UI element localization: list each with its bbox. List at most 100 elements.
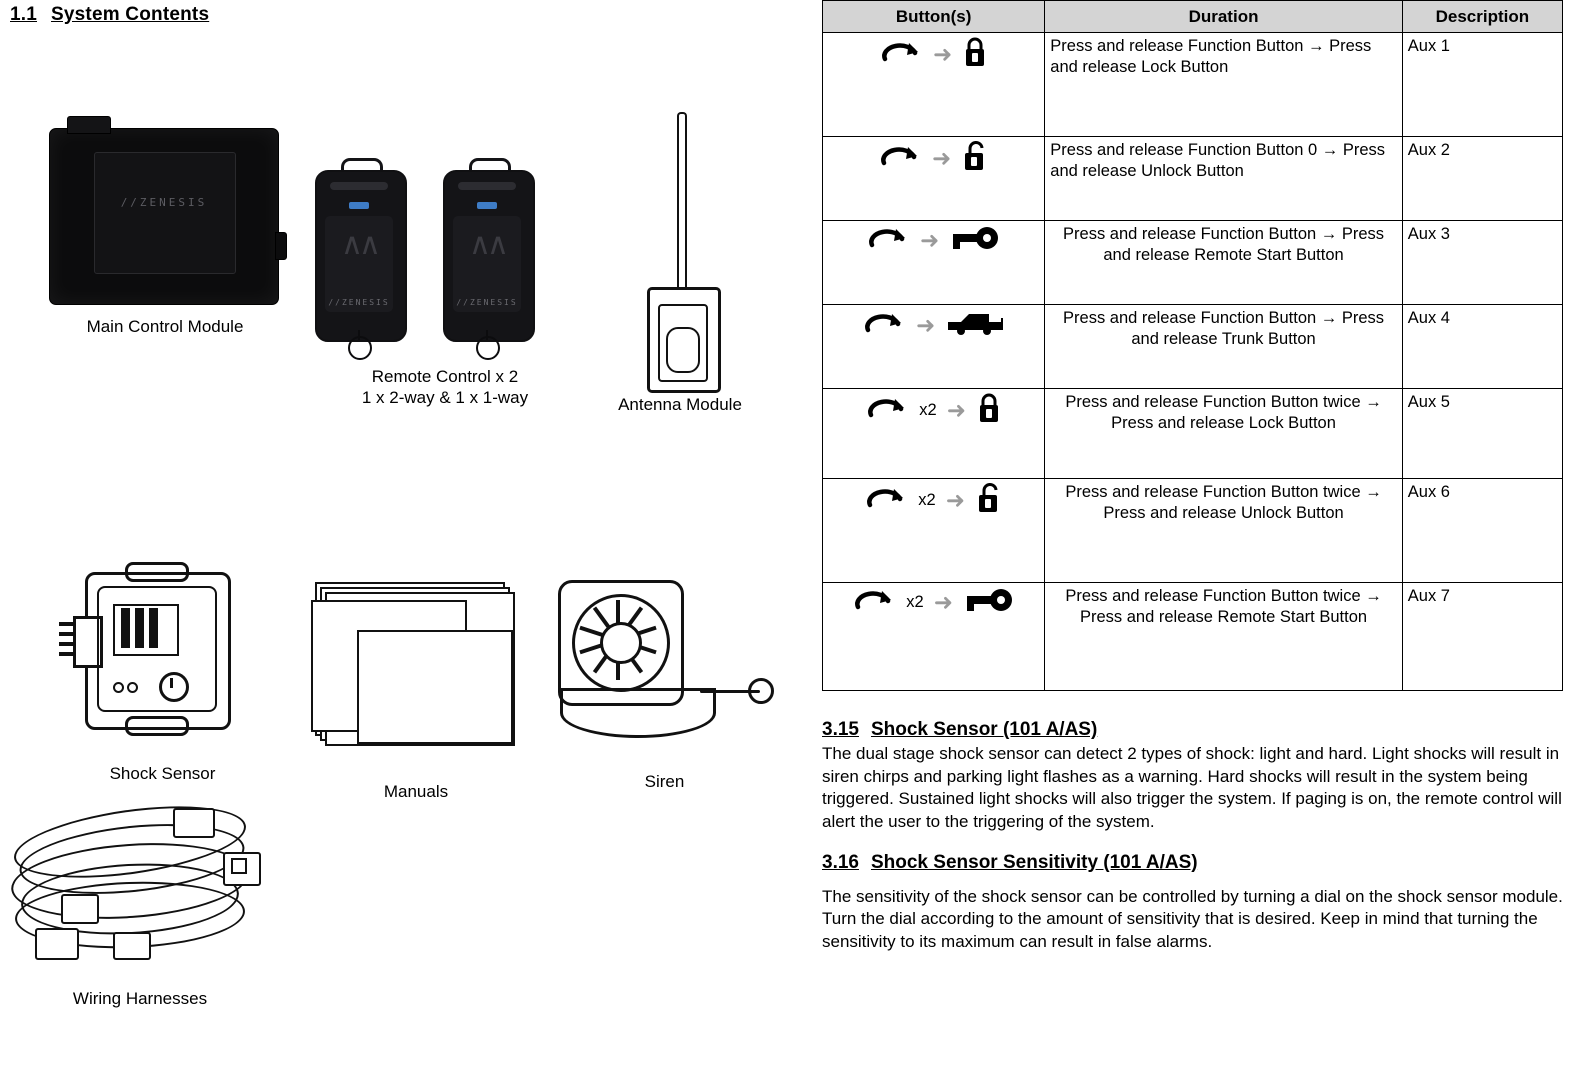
remote-brand-text-2: //ZENESIS (456, 298, 518, 307)
section-heading-shock-sensor: 3.15 Shock Sensor (101 A/AS) (822, 719, 1097, 741)
product-siren: Siren (547, 560, 782, 792)
table-row: ➜ Press and release Function Button 0 → … (821, 136, 1564, 222)
cell-duration: Press and release Function Button twice … (1044, 478, 1403, 584)
cell-description: Aux 1 (1401, 32, 1564, 138)
cell-buttons: ➜ (821, 136, 1046, 222)
function-button-icon (865, 396, 909, 424)
siren-image (550, 570, 780, 745)
caption-main-control-module: Main Control Module (86, 317, 244, 336)
cell-buttons: ➜ (821, 220, 1046, 306)
antenna-module-image (625, 112, 735, 393)
table-row: ➜ Press and release Function Button → Pr… (821, 32, 1564, 138)
cell-description: Aux 4 (1401, 304, 1564, 390)
lock-open-icon (975, 482, 1003, 518)
document-page: 1.1 System Contents //ZENESIS Main Contro… (0, 0, 1583, 1077)
section-title: Shock Sensor Sensitivity (101 A/AS) (870, 851, 1198, 873)
table-row: x2 ➜ Press and release Function Button t… (821, 388, 1564, 480)
caption-remote-control-detail: 1 x 2-way & 1 x 1-way (361, 388, 529, 408)
cell-duration: Press and release Function Button → Pres… (1044, 304, 1403, 390)
cell-duration: Press and release Function Button → Pres… (1044, 32, 1403, 138)
function-button-icon (862, 311, 906, 339)
main-control-module-image: //ZENESIS (49, 110, 287, 310)
section-title: Shock Sensor (101 A/AS) (870, 719, 1098, 741)
function-button-icon (864, 486, 908, 514)
header-duration: Duration (1044, 0, 1403, 34)
wiring-harness-image (5, 794, 275, 970)
caption-remote-control: Remote Control x 2 (371, 367, 519, 386)
table-row: x2 ➜ Press and release Function Button t… (821, 582, 1564, 692)
product-row-2: Shock Sensor Manuals Siren (40, 560, 782, 802)
key-icon (949, 224, 1001, 256)
caption-manuals: Manuals (383, 782, 449, 801)
table-row: ➜ Press and release Function Button → Pr… (821, 304, 1564, 390)
product-antenna-module: Antenna Module (590, 110, 770, 415)
cell-description: Aux 5 (1401, 388, 1564, 480)
cell-buttons: x2 ➜ (821, 582, 1046, 692)
arrow-right-icon: ➜ (916, 311, 936, 338)
section-title: System Contents (51, 4, 210, 25)
cell-duration: Press and release Function Button twice … (1044, 388, 1403, 480)
arrow-right-icon: ➜ (920, 226, 940, 253)
manuals-image (311, 582, 521, 757)
section-3-15: 3.15 Shock Sensor (101 A/AS) The dual sta… (822, 719, 1567, 833)
trunk-car-icon (945, 308, 1005, 342)
section-body-shock-sensor-sensitivity: The sensitivity of the shock sensor can … (822, 886, 1563, 951)
section-number: 3.16 (822, 851, 859, 873)
function-button-icon (879, 40, 923, 68)
section-number: 3.15 (822, 719, 859, 741)
product-row-1: //ZENESIS Main Control Module ∧∧ //ZENES… (30, 110, 770, 415)
table-row: x2 ➜ Press and release Function Button t… (821, 478, 1564, 584)
multiplier-label: x2 (918, 490, 936, 509)
product-wiring-harnesses: Wiring Harnesses (0, 794, 280, 1009)
caption-shock-sensor: Shock Sensor (109, 764, 216, 783)
multiplier-label: x2 (906, 592, 924, 611)
cell-buttons: x2 ➜ (821, 388, 1046, 480)
function-button-icon (852, 588, 896, 616)
section-heading-system-contents: 1.1 System Contents (10, 4, 209, 26)
arrow-right-icon: ➜ (932, 144, 952, 171)
remote-control-image: ∧∧ //ZENESIS ∧∧ //ZENESIS (305, 158, 585, 368)
caption-antenna-module: Antenna Module (618, 395, 742, 414)
cell-buttons: x2 ➜ (821, 478, 1046, 584)
remote-brand-text-1: //ZENESIS (328, 298, 390, 307)
product-remote-control: ∧∧ //ZENESIS ∧∧ //ZENESIS Remote Control… (300, 110, 590, 409)
cell-buttons: ➜ (821, 32, 1046, 138)
cell-description: Aux 6 (1401, 478, 1564, 584)
shock-sensor-image (58, 560, 253, 736)
arrow-right-icon: ➜ (946, 396, 966, 423)
cell-description: Aux 2 (1401, 136, 1564, 222)
function-button-icon (878, 144, 922, 172)
lock-closed-icon (962, 36, 988, 72)
product-manuals: Manuals (285, 560, 547, 802)
table-row: ➜ Press and release Function Button → Pr… (821, 220, 1564, 306)
caption-siren: Siren (644, 772, 685, 791)
section-body-shock-sensor: The dual stage shock sensor can detect 2… (822, 744, 1562, 832)
header-description: Description (1401, 0, 1564, 34)
module-brand-text: //ZENESIS (120, 196, 208, 209)
table-header-row: Button(s) Duration Description (821, 0, 1564, 34)
right-column: Button(s) Duration Description ➜ Press a… (821, 0, 1567, 954)
function-button-icon (866, 226, 910, 254)
caption-wiring-harnesses: Wiring Harnesses (72, 989, 208, 1008)
key-icon (963, 586, 1015, 618)
product-main-control-module: //ZENESIS Main Control Module (30, 110, 300, 337)
cell-description: Aux 3 (1401, 220, 1564, 306)
cell-duration: Press and release Function Button 0 → Pr… (1044, 136, 1403, 222)
section-number: 1.1 (10, 4, 38, 25)
cell-duration: Press and release Function Button → Pres… (1044, 220, 1403, 306)
multiplier-label: x2 (919, 400, 937, 419)
cell-buttons: ➜ (821, 304, 1046, 390)
cell-duration: Press and release Function Button twice … (1044, 582, 1403, 692)
header-buttons: Button(s) (821, 0, 1046, 34)
aux-button-table: Button(s) Duration Description ➜ Press a… (821, 0, 1564, 692)
arrow-right-icon: ➜ (933, 40, 953, 67)
section-heading-shock-sensor-sensitivity: 3.16 Shock Sensor Sensitivity (101 A/AS) (822, 852, 1198, 874)
lock-open-icon (961, 140, 989, 176)
arrow-right-icon: ➜ (945, 486, 965, 513)
product-shock-sensor: Shock Sensor (40, 560, 285, 784)
section-3-16: 3.16 Shock Sensor Sensitivity (101 A/AS) … (822, 852, 1567, 954)
left-column: 1.1 System Contents //ZENESIS Main Contro… (0, 0, 800, 1077)
arrow-right-icon: ➜ (933, 588, 953, 615)
lock-closed-icon (976, 392, 1002, 428)
cell-description: Aux 7 (1401, 582, 1564, 692)
